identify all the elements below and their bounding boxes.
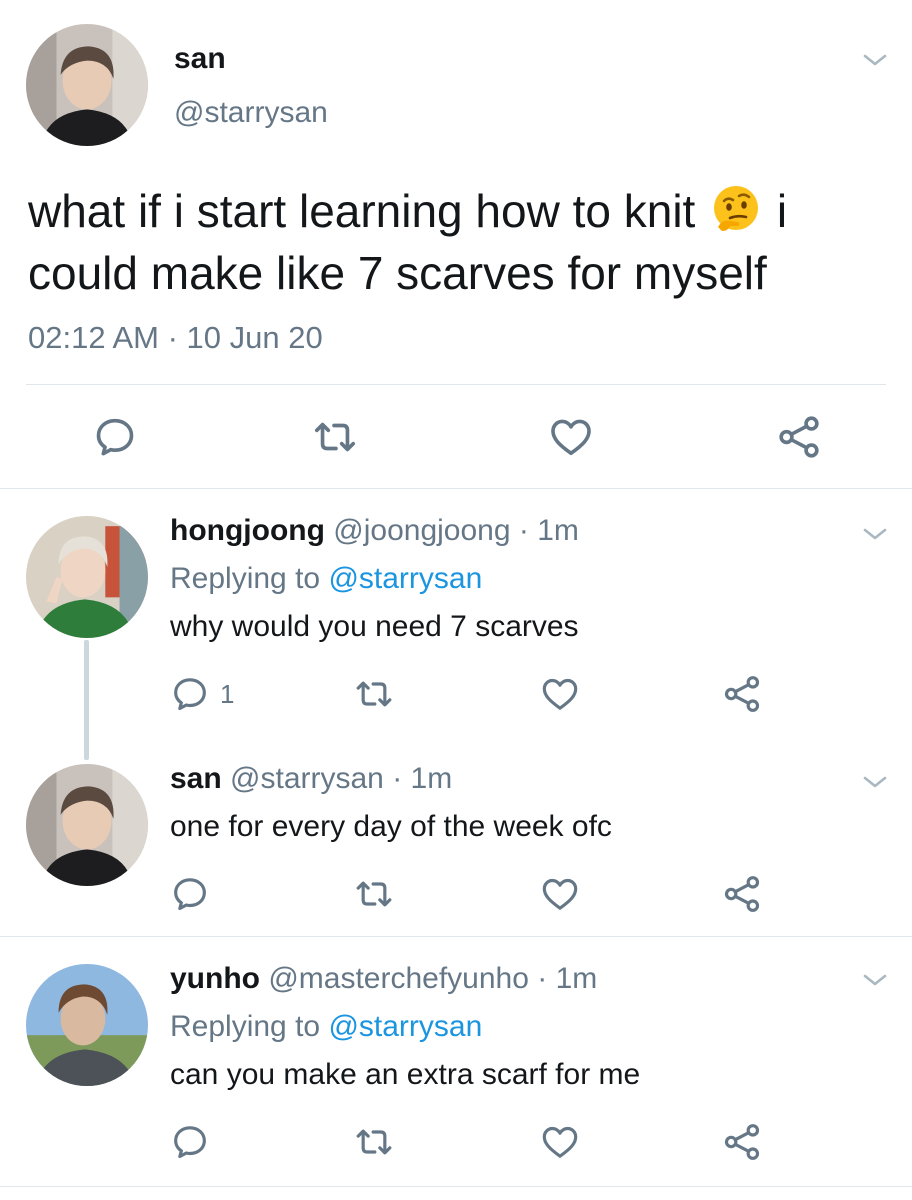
like-button[interactable] [540,874,580,914]
divider [0,1186,912,1187]
avatar[interactable] [26,516,148,638]
display-name[interactable]: san [170,762,222,795]
like-icon [540,674,580,714]
avatar[interactable] [26,24,148,146]
tweet-timestamp[interactable]: 02:12 AM · 10 Jun 20 [28,320,323,356]
retweet-button[interactable] [312,414,358,460]
user-handle[interactable]: @starrysan [174,96,328,130]
like-icon [548,414,594,460]
avatar[interactable] [26,964,148,1086]
reply-icon [92,414,138,460]
like-button[interactable] [540,1122,580,1162]
like-button[interactable] [548,414,594,460]
chevron-down-icon[interactable] [862,774,888,790]
tweet-header: san @starrysan · 1m [170,762,452,796]
replying-to-link[interactable]: @starrysan [328,1010,482,1043]
avatar[interactable] [26,764,148,886]
tweet-text-part2: i [776,185,788,237]
display-name[interactable]: hongjoong [170,514,325,547]
tweet-text: why would you need 7 scarves [170,610,579,643]
share-icon [776,414,822,460]
share-icon [722,874,762,914]
retweet-icon [312,414,358,460]
divider [26,384,886,385]
reply-button[interactable] [92,414,138,460]
tweet-time[interactable]: · 1m [392,762,452,795]
share-icon [722,674,762,714]
replying-to-label: Replying to [170,562,329,595]
retweet-button[interactable] [354,874,394,914]
like-icon [540,874,580,914]
reply-button[interactable] [170,874,210,914]
share-icon [722,1122,762,1162]
retweet-icon [354,1122,394,1162]
share-button[interactable] [722,1122,762,1162]
replying-to-link[interactable]: @starrysan [328,562,482,595]
like-icon [540,1122,580,1162]
tweet-text-part1: what if i start learning how to knit [28,185,696,237]
chevron-down-icon[interactable] [862,972,888,988]
retweet-icon [354,674,394,714]
reply-button[interactable]: 1 [170,674,234,714]
thread-line [84,640,89,760]
thinking-face-emoji [714,186,759,231]
share-button[interactable] [776,414,822,460]
chevron-down-icon[interactable] [862,526,888,542]
user-handle[interactable]: @starrysan [230,762,384,795]
display-name[interactable]: yunho [170,962,260,995]
tweet-text: can you make an extra scarf for me [170,1058,641,1091]
retweet-button[interactable] [354,1122,394,1162]
user-handle[interactable]: @masterchefyunho [268,962,529,995]
reply-count: 1 [220,678,235,709]
replying-to: Replying to @starrysan [170,1010,482,1044]
divider [0,488,912,489]
tweet-time[interactable]: · 1m [537,962,597,995]
replying-to: Replying to @starrysan [170,562,482,596]
chevron-down-icon[interactable] [862,52,888,68]
divider [0,936,912,937]
replying-to-label: Replying to [170,1010,329,1043]
tweet-header: hongjoong @joongjoong · 1m [170,514,579,548]
display-name[interactable]: san [174,42,226,76]
tweet-time[interactable]: · 1m [519,514,579,547]
user-handle[interactable]: @joongjoong [333,514,510,547]
reply-icon [170,674,210,714]
tweet-text: what if i start learning how to knit i c… [28,180,898,304]
tweet-text-line2: could make like 7 scarves for myself [28,247,767,299]
share-button[interactable] [722,874,762,914]
reply-icon [170,874,210,914]
retweet-icon [354,874,394,914]
tweet-header: yunho @masterchefyunho · 1m [170,962,597,996]
tweet-text: one for every day of the week ofc [170,810,612,843]
like-button[interactable] [540,674,580,714]
reply-icon [170,1122,210,1162]
share-button[interactable] [722,674,762,714]
retweet-button[interactable] [354,674,394,714]
reply-button[interactable] [170,1122,210,1162]
